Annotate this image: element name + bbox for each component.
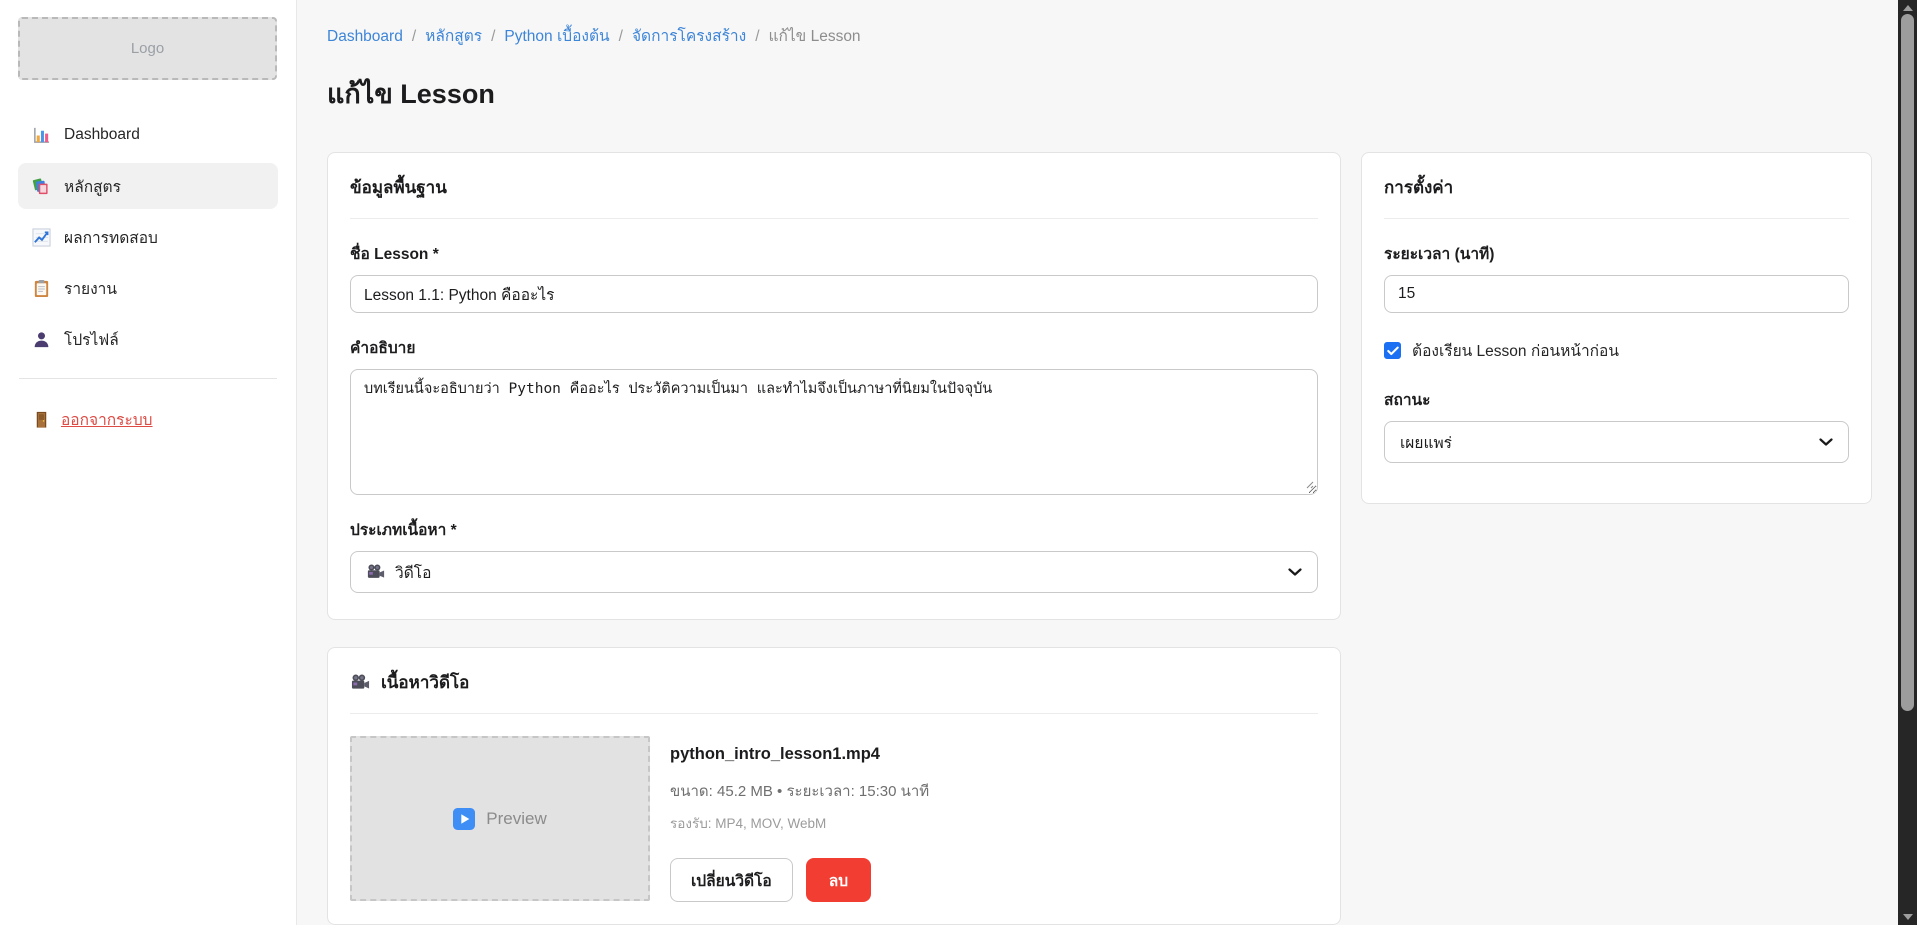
logout-link[interactable]: ออกจากระบบ bbox=[18, 399, 278, 439]
content-type-value: วิดีโอ bbox=[395, 560, 431, 585]
movie-camera-icon bbox=[350, 673, 371, 692]
lesson-name-label: ชื่อ Lesson * bbox=[350, 241, 1318, 266]
breadcrumb-separator: / bbox=[619, 27, 623, 47]
sidebar-item-courses[interactable]: หลักสูตร bbox=[18, 163, 278, 209]
video-preview[interactable]: Preview bbox=[350, 736, 650, 901]
duration-input[interactable] bbox=[1384, 275, 1849, 313]
breadcrumb-link-courses[interactable]: หลักสูตร bbox=[425, 27, 482, 47]
sidebar-item-label: Dashboard bbox=[64, 126, 140, 144]
scroll-down-arrow[interactable] bbox=[1903, 914, 1913, 920]
breadcrumb-separator: / bbox=[412, 27, 416, 47]
status-label: สถานะ bbox=[1384, 387, 1849, 412]
main-content: Dashboard / หลักสูตร / Python เบื้องต้น … bbox=[297, 0, 1917, 925]
sidebar-item-label: หลักสูตร bbox=[64, 174, 121, 199]
scroll-up-arrow[interactable] bbox=[1903, 5, 1913, 11]
sidebar-item-reports[interactable]: รายงาน bbox=[18, 265, 278, 311]
breadcrumb-separator: / bbox=[491, 27, 495, 47]
door-icon bbox=[32, 410, 51, 429]
delete-video-button[interactable]: ลบ bbox=[806, 858, 871, 902]
breadcrumb-current: แก้ไข Lesson bbox=[769, 27, 861, 47]
person-icon bbox=[32, 330, 51, 349]
books-icon bbox=[32, 177, 51, 196]
description-label: คำอธิบาย bbox=[350, 335, 1318, 360]
sidebar: Logo Dashboard หลักสูตร ผลการทดสอบ รายงา… bbox=[0, 0, 297, 925]
play-icon bbox=[453, 808, 475, 830]
check-icon bbox=[1387, 346, 1399, 356]
logout-label: ออกจากระบบ bbox=[61, 407, 153, 432]
breadcrumb-separator: / bbox=[755, 27, 759, 47]
breadcrumb-link-dashboard[interactable]: Dashboard bbox=[327, 27, 403, 47]
chevron-down-icon bbox=[1288, 568, 1302, 576]
prerequisite-label[interactable]: ต้องเรียน Lesson ก่อนหน้าก่อน bbox=[1412, 338, 1619, 363]
sidebar-item-label: ผลการทดสอบ bbox=[64, 225, 158, 250]
page-title: แก้ไข Lesson bbox=[327, 72, 1892, 115]
settings-card-title: การตั้งค่า bbox=[1384, 153, 1849, 219]
sidebar-item-dashboard[interactable]: Dashboard bbox=[18, 112, 278, 158]
content-type-label: ประเภทเนื้อหา * bbox=[350, 517, 1318, 542]
content-type-select[interactable]: วิดีโอ bbox=[350, 551, 1318, 593]
breadcrumb: Dashboard / หลักสูตร / Python เบื้องต้น … bbox=[327, 27, 1892, 47]
bar-chart-icon bbox=[32, 126, 51, 145]
sidebar-menu: Dashboard หลักสูตร ผลการทดสอบ รายงาน โปร… bbox=[0, 112, 296, 362]
change-video-button[interactable]: เปลี่ยนวิดีโอ bbox=[670, 858, 793, 902]
scrollbar-thumb[interactable] bbox=[1901, 14, 1914, 711]
sidebar-item-test-results[interactable]: ผลการทดสอบ bbox=[18, 214, 278, 260]
status-value: เผยแพร่ bbox=[1400, 430, 1452, 455]
basic-info-card: ข้อมูลพื้นฐาน ชื่อ Lesson * คำอธิบาย บทเ… bbox=[327, 152, 1341, 620]
video-file-meta: ขนาด: 45.2 MB • ระยะเวลา: 15:30 นาที bbox=[670, 779, 929, 803]
breadcrumb-link-structure[interactable]: จัดการโครงสร้าง bbox=[632, 27, 746, 47]
logo-text: Logo bbox=[131, 40, 164, 57]
video-content-card: เนื้อหาวิดีโอ Preview python_intro_lesso… bbox=[327, 647, 1341, 925]
vertical-scrollbar[interactable] bbox=[1898, 0, 1917, 925]
chevron-down-icon bbox=[1819, 438, 1833, 446]
clipboard-icon bbox=[32, 279, 51, 298]
sidebar-divider bbox=[19, 378, 277, 379]
sidebar-item-label: รายงาน bbox=[64, 276, 117, 301]
sidebar-item-profile[interactable]: โปรไฟล์ bbox=[18, 316, 278, 362]
status-select[interactable]: เผยแพร่ bbox=[1384, 421, 1849, 463]
sidebar-item-label: โปรไฟล์ bbox=[64, 327, 119, 352]
description-textarea[interactable]: บทเรียนนี้จะอธิบายว่า Python คืออะไร ประ… bbox=[350, 369, 1318, 495]
duration-label: ระยะเวลา (นาที) bbox=[1384, 241, 1849, 266]
lesson-name-input[interactable] bbox=[350, 275, 1318, 313]
video-supported-formats: รองรับ: MP4, MOV, WebM bbox=[670, 812, 929, 834]
chart-increasing-icon bbox=[32, 228, 51, 247]
video-card-title: เนื้อหาวิดีโอ bbox=[381, 669, 469, 696]
basic-info-card-title: ข้อมูลพื้นฐาน bbox=[350, 153, 1318, 219]
settings-card: การตั้งค่า ระยะเวลา (นาที) ต้องเรียน Les… bbox=[1361, 152, 1872, 504]
movie-camera-icon bbox=[366, 563, 386, 581]
preview-label: Preview bbox=[486, 809, 546, 829]
prerequisite-checkbox[interactable] bbox=[1384, 342, 1401, 359]
breadcrumb-link-course[interactable]: Python เบื้องต้น bbox=[504, 27, 609, 47]
video-file-name: python_intro_lesson1.mp4 bbox=[670, 745, 929, 764]
logo-placeholder: Logo bbox=[18, 17, 277, 80]
